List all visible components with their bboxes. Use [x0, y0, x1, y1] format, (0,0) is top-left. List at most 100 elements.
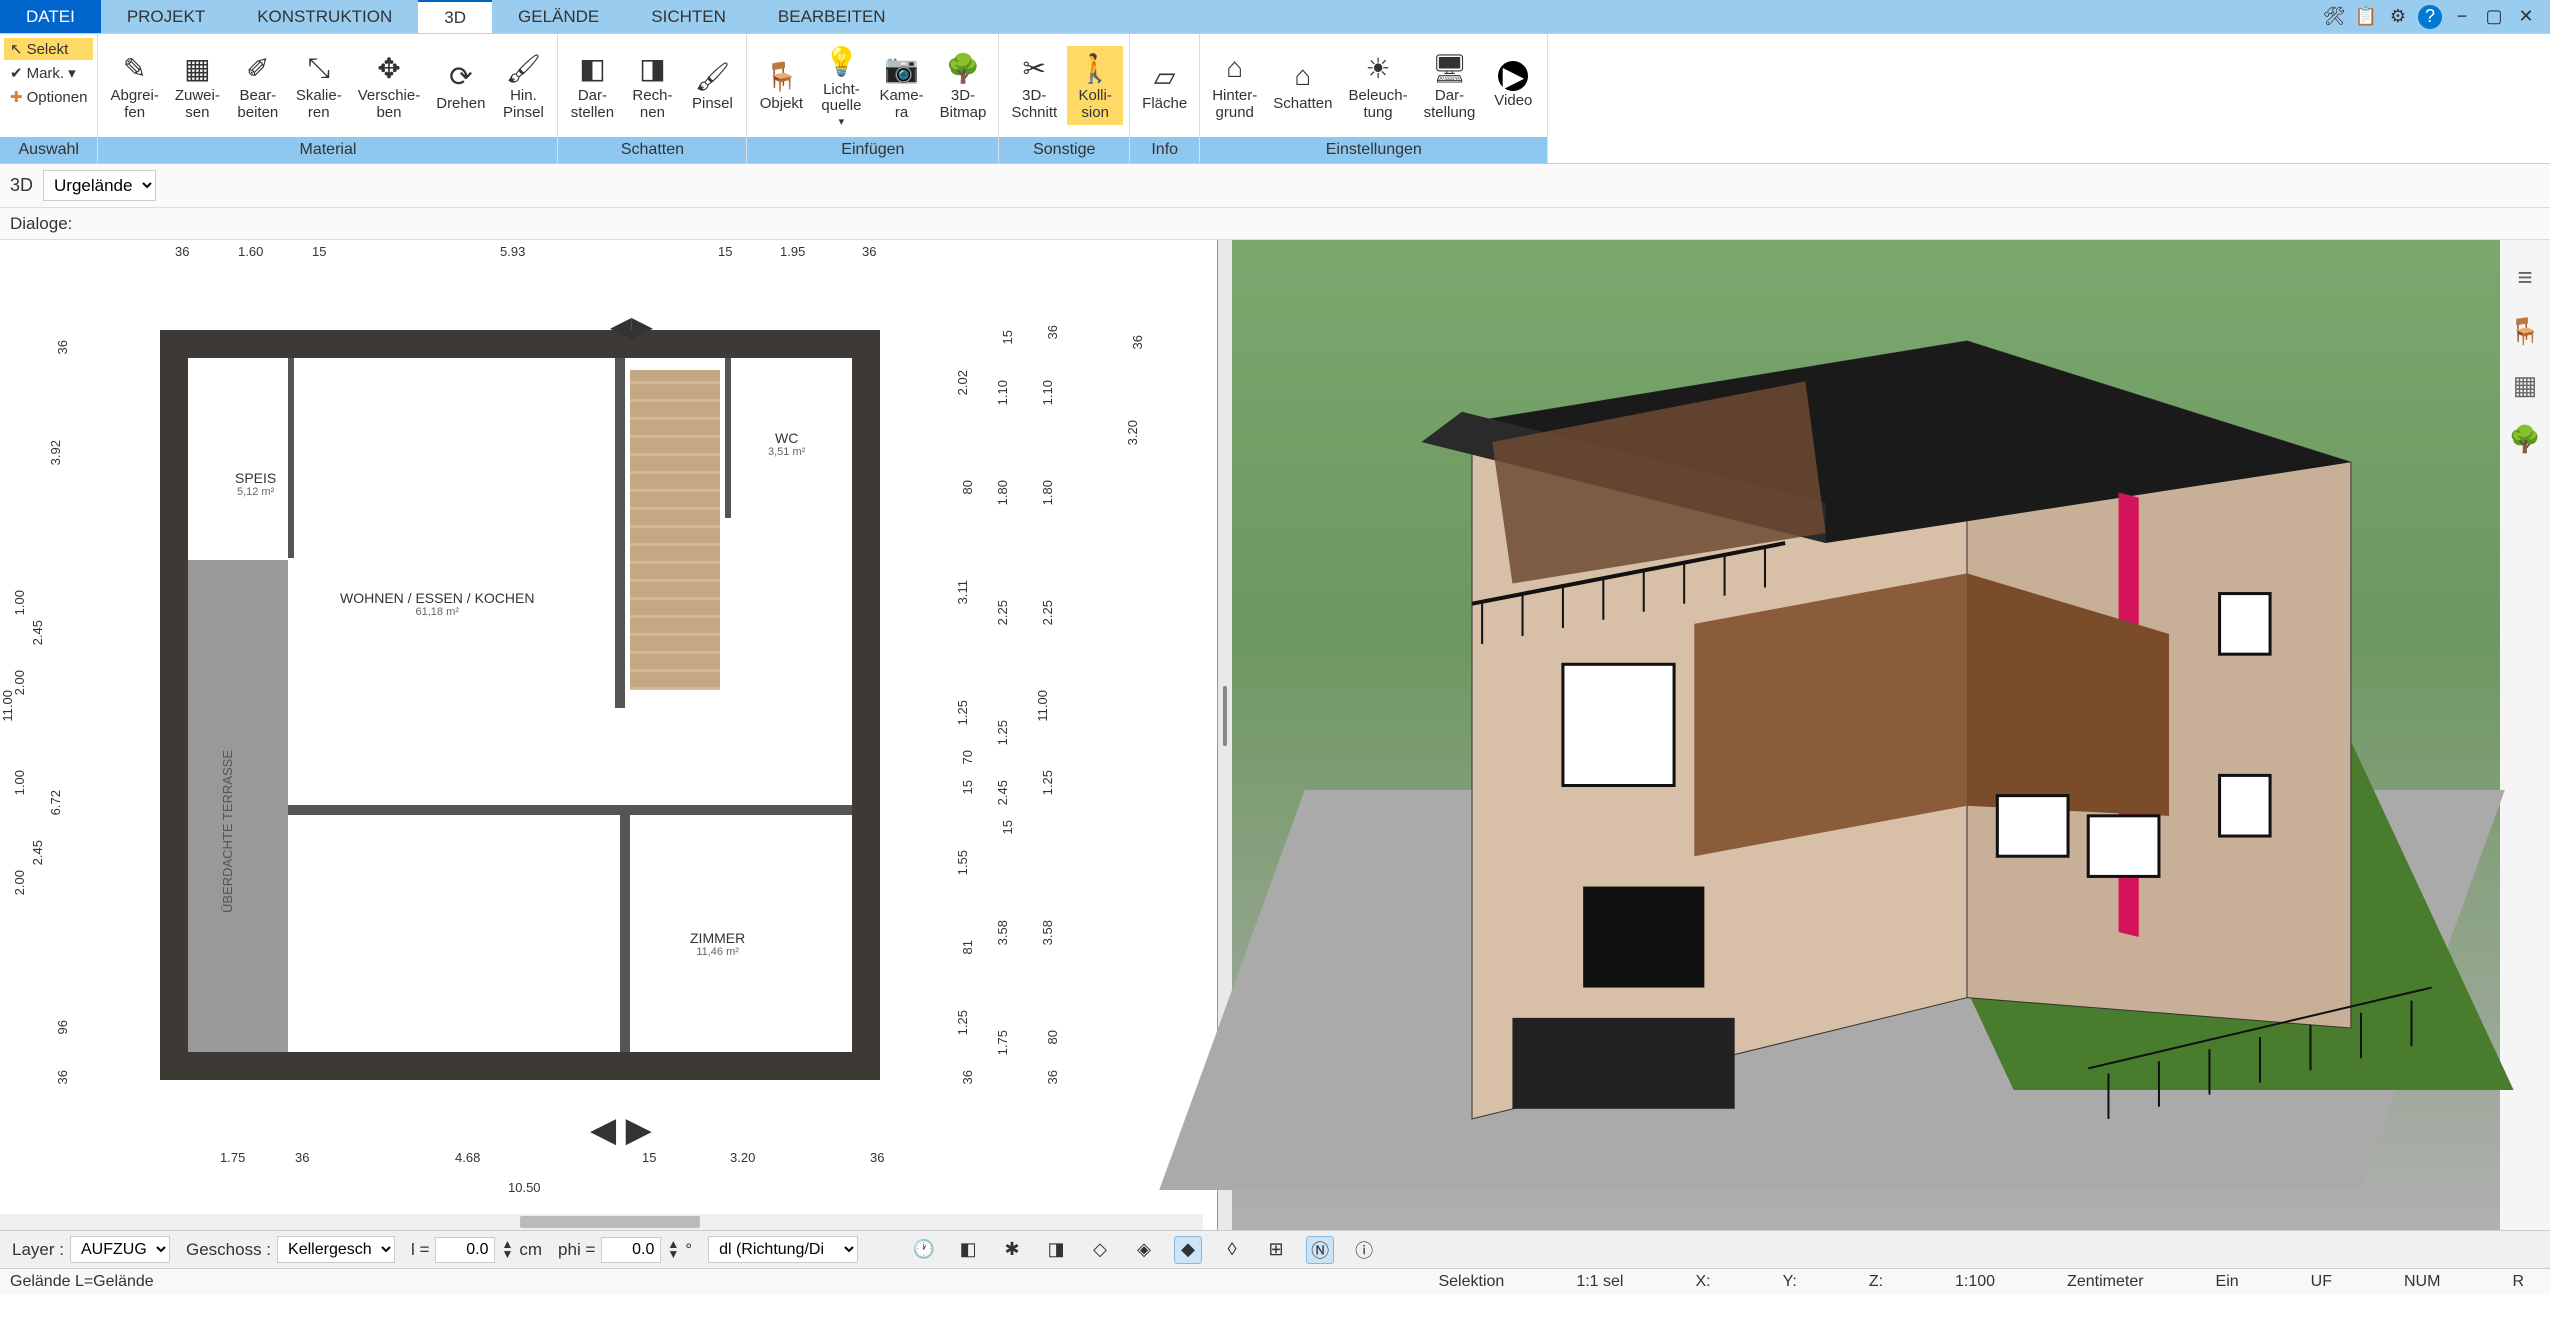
lichtquelle-button[interactable]: 💡Licht- quelle▾ [813, 40, 869, 132]
minimize-icon[interactable]: − [2450, 5, 2474, 29]
menu-tab-bar: DATEI PROJEKT KONSTRUKTION 3D GELÄNDE SI… [0, 0, 2550, 34]
hintergrund-button[interactable]: ⌂Hinter- grund [1206, 46, 1263, 125]
room-wohnen-area: 61,18 m² [340, 606, 534, 618]
mode-select[interactable]: dl (Richtung/Di [708, 1236, 858, 1263]
flaeche-button[interactable]: ▱Fläche [1136, 54, 1193, 117]
room-wc-area: 3,51 m² [768, 446, 805, 458]
view-2d[interactable]: 36 1.60 15 5.93 15 1.95 36 ÜBERDACHTE TE… [0, 240, 1218, 1230]
snap1-icon[interactable]: ◧ [954, 1236, 982, 1264]
snap5-icon[interactable]: ◈ [1130, 1236, 1158, 1264]
stepper-icon[interactable]: ▲▼ [501, 1240, 513, 1259]
abgreifen-button[interactable]: ✎Abgrei- fen [104, 46, 164, 125]
scrollbar-horizontal[interactable] [0, 1214, 1203, 1230]
dim: 3.11 [955, 580, 970, 604]
palette-icon[interactable]: ▦ [2508, 368, 2542, 402]
hinpinsel-button[interactable]: 🖌Hin. Pinsel [495, 46, 551, 125]
verschieben-button[interactable]: ✥Verschie- ben [352, 46, 427, 125]
kollision-button[interactable]: 🚶Kolli- sion [1067, 46, 1123, 125]
geschoss-label: Geschoss : [186, 1240, 271, 1260]
bitmap3d-button[interactable]: 🌳3D- Bitmap [934, 46, 993, 125]
play-icon: ▶ [1498, 61, 1528, 91]
room-speis: SPEIS [235, 470, 276, 486]
dim: 15 [960, 780, 975, 794]
maximize-icon[interactable]: ▢ [2482, 5, 2506, 29]
optionen-button[interactable]: ✚Optionen [4, 86, 93, 108]
kamera-button[interactable]: 📷Kame- ra [873, 46, 929, 125]
tab-gelaende[interactable]: GELÄNDE [492, 0, 625, 33]
cursor-icon: ↖ [10, 40, 23, 58]
dialoge-label: Dialoge: [10, 214, 72, 234]
dim: 1.25 [1040, 770, 1055, 795]
info-icon[interactable]: ⓘ [1350, 1236, 1378, 1264]
darstellung-button[interactable]: 🖥Dar- stellung [1418, 46, 1482, 125]
snap3-icon[interactable]: ◨ [1042, 1236, 1070, 1264]
beleuchtung-button[interactable]: ☀Beleuch- tung [1342, 46, 1413, 125]
darstellen-button[interactable]: ◧Dar- stellen [564, 46, 620, 125]
mark-button[interactable]: ✔Mark.▾ [4, 62, 93, 84]
dim: 6.72 [48, 790, 63, 815]
objekt-button[interactable]: 🪑Objekt [753, 54, 809, 117]
tab-datei[interactable]: DATEI [0, 0, 101, 33]
terrain-select[interactable]: Urgelände [43, 170, 156, 201]
close-icon[interactable]: ✕ [2514, 5, 2538, 29]
cube-icon: ◧ [574, 50, 610, 86]
north-icon[interactable]: Ⓝ [1306, 1236, 1334, 1264]
snap4-icon[interactable]: ◇ [1086, 1236, 1114, 1264]
layer-select[interactable]: AUFZUG [70, 1236, 170, 1263]
bearbeiten-button[interactable]: ✐Bear- beiten [230, 46, 286, 125]
l-label: l = [411, 1240, 429, 1260]
tab-projekt[interactable]: PROJEKT [101, 0, 231, 33]
phi-input[interactable] [601, 1237, 661, 1263]
deg-label: ° [685, 1240, 692, 1260]
scale-icon: ⤡ [301, 50, 337, 86]
snap6-icon[interactable]: ◆ [1174, 1236, 1202, 1264]
dim: 36 [870, 1150, 884, 1165]
dim: 80 [1045, 1030, 1060, 1044]
clock-icon[interactable]: 🕐 [910, 1236, 938, 1264]
schnitt3d-button[interactable]: ✂3D- Schnitt [1005, 46, 1063, 125]
tools-icon[interactable]: 🛠 [2322, 5, 2346, 29]
layers-icon[interactable]: ≡ [2508, 260, 2542, 294]
layer-label: Layer : [12, 1240, 64, 1260]
snap7-icon[interactable]: ◊ [1218, 1236, 1246, 1264]
furniture-icon[interactable]: 🪑 [2508, 314, 2542, 348]
snap2-icon[interactable]: ✱ [998, 1236, 1026, 1264]
section-marker-bottom: ◀ ▶ [590, 1110, 652, 1150]
dim: 36 [862, 244, 876, 259]
tab-bearbeiten[interactable]: BEARBEITEN [752, 0, 912, 33]
dim: 3.58 [1040, 920, 1055, 945]
selekt-button[interactable]: ↖Selekt [4, 38, 93, 60]
group-label-sonstige: Sonstige [999, 137, 1129, 163]
dim: 3.92 [48, 440, 63, 465]
tab-3d[interactable]: 3D [418, 0, 492, 33]
mark-icon: ✔ [10, 64, 23, 82]
settings-icon[interactable]: ⚙ [2386, 5, 2410, 29]
plus-icon: ✚ [10, 88, 23, 106]
stepper-icon[interactable]: ▲▼ [667, 1240, 679, 1259]
dim: 2.25 [1040, 600, 1055, 625]
l-input[interactable] [435, 1237, 495, 1263]
tab-sichten[interactable]: SICHTEN [625, 0, 752, 33]
view-3d[interactable] [1232, 240, 2500, 1230]
tab-konstruktion[interactable]: KONSTRUKTION [231, 0, 418, 33]
room-zimmer-area: 11,46 m² [690, 946, 745, 958]
drehen-button[interactable]: ⟳Drehen [430, 54, 491, 117]
schatten-einstellungen-button[interactable]: ⌂Schatten [1267, 54, 1338, 117]
plant-icon[interactable]: 🌳 [2508, 422, 2542, 456]
dim: 36 [960, 1070, 975, 1084]
skalieren-button[interactable]: ⤡Skalie- ren [290, 46, 348, 125]
grid-icon[interactable]: ⊞ [1262, 1236, 1290, 1264]
house-icon: ⌂ [1217, 50, 1253, 86]
video-button[interactable]: ▶Video [1485, 57, 1541, 114]
section-marker-top: ◀▶ [610, 310, 653, 343]
dim: 2.00 [12, 870, 27, 895]
pinsel-button[interactable]: 🖌Pinsel [684, 54, 740, 117]
status-unit: Zentimeter [2051, 1273, 2159, 1291]
zuweisen-button[interactable]: ▦Zuwei- sen [169, 46, 226, 125]
rechnen-button[interactable]: ◨Rech- nen [624, 46, 680, 125]
help-icon[interactable]: ? [2418, 5, 2442, 29]
geschoss-select[interactable]: Kellergesch [277, 1236, 395, 1263]
eyedropper-icon: ✎ [117, 50, 153, 86]
clipboard-icon[interactable]: 📋 [2354, 5, 2378, 29]
status-y: Y: [1767, 1273, 1813, 1291]
